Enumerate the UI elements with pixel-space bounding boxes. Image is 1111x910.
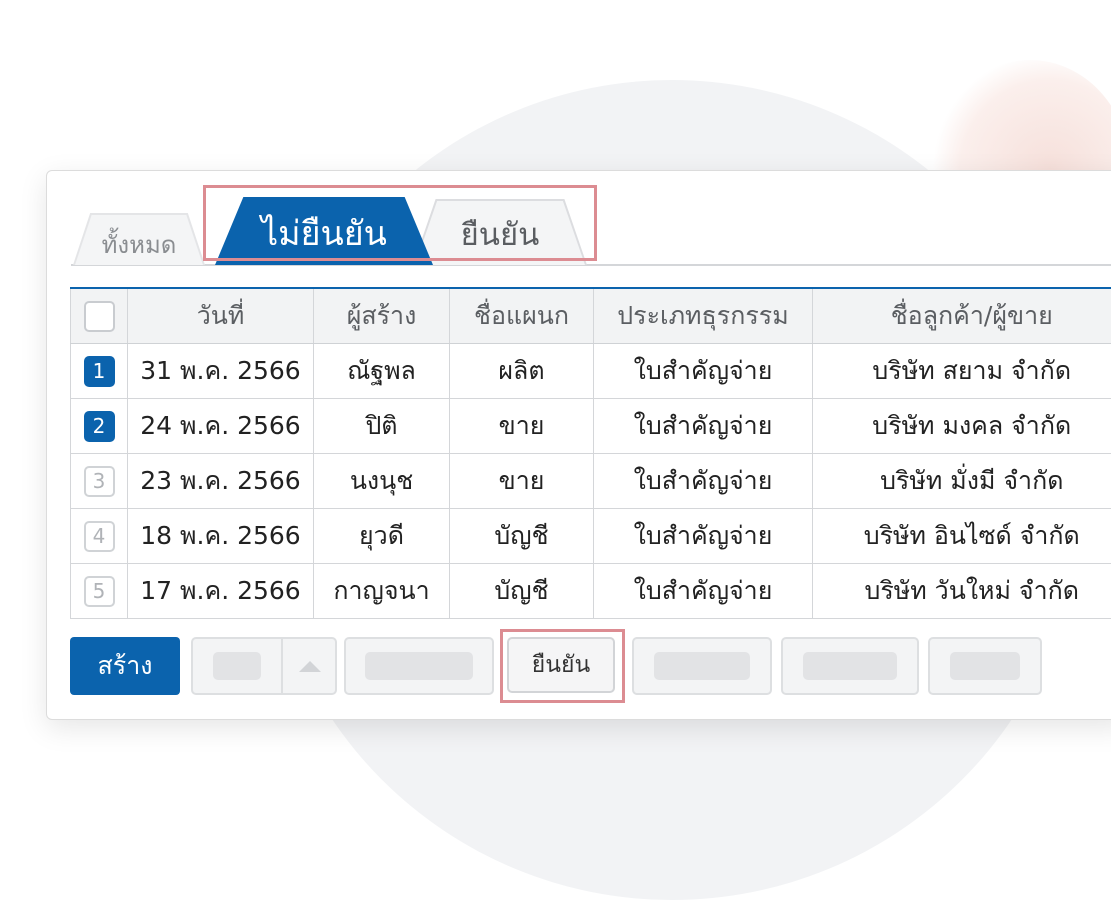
document-table: วันที่ ผู้สร้าง ชื่อแผนก ประเภทธุรกรรม ช… bbox=[70, 287, 1111, 619]
table-row[interactable]: 5 17 พ.ค. 2566 กาญจนา บัญชี ใบสำคัญจ่าย บริษั… bbox=[70, 563, 1111, 619]
row-checkbox[interactable]: 1 bbox=[83, 355, 115, 387]
cell-date: 18 พ.ค. 2566 bbox=[127, 508, 314, 564]
cell-department: ขาย bbox=[449, 453, 594, 509]
cell-transaction-type: ใบสำคัญจ่าย bbox=[593, 508, 813, 564]
placeholder-bar bbox=[365, 652, 473, 680]
stepper-divider bbox=[281, 639, 283, 693]
row-checkbox-cell: 1 bbox=[70, 343, 128, 399]
select-all-checkbox[interactable] bbox=[83, 300, 115, 332]
cell-creator: ปิติ bbox=[313, 398, 450, 454]
cell-department: ขาย bbox=[449, 398, 594, 454]
confirm-button[interactable]: ยืนยัน bbox=[507, 637, 615, 693]
row-checkbox-cell: 2 bbox=[70, 398, 128, 454]
row-checkbox[interactable]: 5 bbox=[83, 575, 115, 607]
tab-confirmed[interactable]: ยืนยัน bbox=[413, 199, 587, 265]
table-row[interactable]: 3 23 พ.ค. 2566 นงนุช ขาย ใบสำคัญจ่าย บริษัท ม… bbox=[70, 453, 1111, 509]
cell-customer-vendor: บริษัท อินไซด์ จำกัด bbox=[812, 508, 1111, 564]
row-checkbox[interactable]: 3 bbox=[83, 465, 115, 497]
select-all-cell bbox=[70, 287, 128, 344]
row-checkbox-cell: 3 bbox=[70, 453, 128, 509]
placeholder-bar bbox=[654, 652, 750, 680]
tab-all[interactable]: ทั้งหมด bbox=[73, 213, 205, 265]
table-row[interactable]: 4 18 พ.ค. 2566 ยุวดี บัญชี ใบสำคัญจ่าย บริษัท… bbox=[70, 508, 1111, 564]
cell-customer-vendor: บริษัท สยาม จำกัด bbox=[812, 343, 1111, 399]
cell-date: 31 พ.ค. 2566 bbox=[127, 343, 314, 399]
tab-confirmed-label: ยืนยัน bbox=[460, 217, 540, 253]
header-customer-vendor[interactable]: ชื่อลูกค้า/ผู้ขาย bbox=[812, 287, 1111, 344]
cell-transaction-type: ใบสำคัญจ่าย bbox=[593, 398, 813, 454]
cell-date: 17 พ.ค. 2566 bbox=[127, 563, 314, 619]
cell-customer-vendor: บริษัท มั่งมี จำกัด bbox=[812, 453, 1111, 509]
placeholder-bar bbox=[803, 652, 897, 680]
header-creator[interactable]: ผู้สร้าง bbox=[313, 287, 450, 344]
header-date[interactable]: วันที่ bbox=[127, 287, 314, 344]
cell-creator: นงนุช bbox=[313, 453, 450, 509]
toolbar-button-placeholder-4[interactable] bbox=[928, 637, 1042, 695]
row-checkbox[interactable]: 2 bbox=[83, 410, 115, 442]
document-panel: ทั้งหมด ยืนยัน ไม่ยืนยัน วันที่ ผู้สร้าง… bbox=[46, 170, 1111, 720]
header-department[interactable]: ชื่อแผนก bbox=[449, 287, 594, 344]
cell-date: 23 พ.ค. 2566 bbox=[127, 453, 314, 509]
caret-up-icon[interactable] bbox=[299, 661, 321, 672]
cell-customer-vendor: บริษัท วันใหม่ จำกัด bbox=[812, 563, 1111, 619]
tab-unconfirmed-label: ไม่ยืนยัน bbox=[261, 214, 387, 254]
tab-unconfirmed[interactable]: ไม่ยืนยัน bbox=[215, 197, 433, 265]
row-checkbox[interactable]: 4 bbox=[83, 520, 115, 552]
cell-date: 24 พ.ค. 2566 bbox=[127, 398, 314, 454]
table-row[interactable]: 1 31 พ.ค. 2566 ณัฐพล ผลิต ใบสำคัญจ่าย บริษัท … bbox=[70, 343, 1111, 399]
cell-creator: ยุวดี bbox=[313, 508, 450, 564]
table-row[interactable]: 2 24 พ.ค. 2566 ปิติ ขาย ใบสำคัญจ่าย บริษัท มง… bbox=[70, 398, 1111, 454]
toolbar-button-placeholder-3[interactable] bbox=[781, 637, 919, 695]
table-header-row: วันที่ ผู้สร้าง ชื่อแผนก ประเภทธุรกรรม ช… bbox=[70, 287, 1111, 344]
cell-department: บัญชี bbox=[449, 508, 594, 564]
create-button[interactable]: สร้าง bbox=[70, 637, 180, 695]
cell-customer-vendor: บริษัท มงคล จำกัด bbox=[812, 398, 1111, 454]
toolbar-button-placeholder-1[interactable] bbox=[344, 637, 494, 695]
placeholder-bar bbox=[950, 652, 1020, 680]
cell-transaction-type: ใบสำคัญจ่าย bbox=[593, 343, 813, 399]
cell-creator: ณัฐพล bbox=[313, 343, 450, 399]
tab-all-label: ทั้งหมด bbox=[101, 230, 177, 259]
cell-department: บัญชี bbox=[449, 563, 594, 619]
header-transaction-type[interactable]: ประเภทธุรกรรม bbox=[593, 287, 813, 344]
cell-department: ผลิต bbox=[449, 343, 594, 399]
cell-transaction-type: ใบสำคัญจ่าย bbox=[593, 563, 813, 619]
row-checkbox-cell: 5 bbox=[70, 563, 128, 619]
stepper-value-placeholder bbox=[213, 652, 261, 680]
cell-creator: กาญจนา bbox=[313, 563, 450, 619]
toolbar-button-placeholder-2[interactable] bbox=[632, 637, 772, 695]
page-stepper[interactable] bbox=[191, 637, 337, 695]
cell-transaction-type: ใบสำคัญจ่าย bbox=[593, 453, 813, 509]
row-checkbox-cell: 4 bbox=[70, 508, 128, 564]
